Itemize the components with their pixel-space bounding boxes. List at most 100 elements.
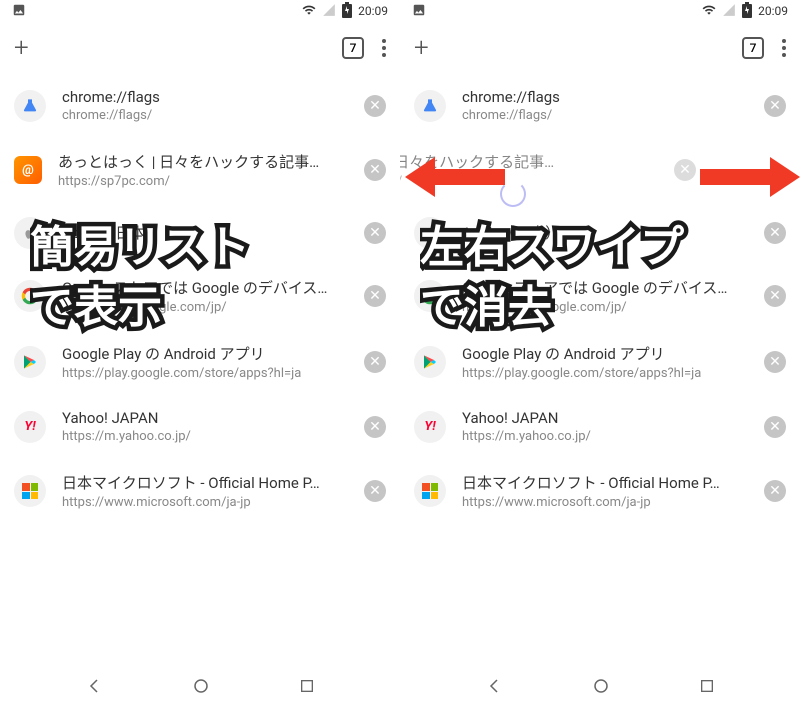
tab-url: .com/: [400, 174, 658, 189]
status-bar: 20:09: [0, 0, 400, 22]
nav-recents-button[interactable]: [299, 678, 315, 698]
status-time: 20:09: [758, 4, 788, 18]
tab-title: あっとはっく | 日々をハックする記事…: [58, 151, 348, 172]
tab-text: Google Play の Android アプリ https://play.g…: [62, 343, 348, 381]
status-left: [412, 3, 426, 20]
tab-text: Yahoo! JAPAN https://m.yahoo.co.jp/: [462, 409, 748, 444]
svg-text:左右スワイプ: 左右スワイプ: [420, 221, 684, 273]
tab-list: chrome://flags chrome://flags/ ✕ @ あっとはっ…: [0, 74, 400, 665]
close-tab-button[interactable]: ✕: [674, 159, 696, 181]
tab-text: 日本マイクロソフト - Official Home P… https://www…: [62, 472, 348, 510]
tab-text: Google Play の Android アプリ https://play.g…: [462, 343, 748, 381]
tab-title: Yahoo! JAPAN: [62, 409, 348, 427]
close-tab-button[interactable]: ✕: [364, 159, 386, 181]
tab-item[interactable]: Y! Yahoo! JAPAN https://m.yahoo.co.jp/ ✕: [400, 395, 800, 458]
close-tab-button[interactable]: ✕: [764, 416, 786, 438]
svg-text:で表示: で表示: [30, 281, 162, 333]
close-tab-button[interactable]: ✕: [364, 416, 386, 438]
toolbar: + 7: [0, 22, 400, 74]
close-tab-button[interactable]: ✕: [764, 285, 786, 307]
battery-icon: [742, 2, 752, 21]
annotation-right: 左右スワイプ で消去: [420, 218, 760, 348]
nav-back-button[interactable]: [85, 677, 103, 699]
signal-icon: [722, 3, 736, 20]
image-icon: [12, 3, 26, 20]
nav-back-button[interactable]: [485, 677, 503, 699]
tab-url: chrome://flags/: [62, 108, 348, 123]
tab-title: Yahoo! JAPAN: [462, 409, 748, 427]
tab-item-swiping[interactable]: @ く | 日々をハックする記事… .com/ ✕: [400, 137, 710, 203]
nav-bar: [0, 665, 400, 711]
more-menu-button[interactable]: [382, 39, 386, 57]
tab-title: く | 日々をハックする記事…: [400, 151, 658, 172]
favicon-yahoo-icon: Y!: [414, 411, 446, 443]
tab-title: chrome://flags: [462, 88, 748, 106]
close-tab-button[interactable]: ✕: [364, 285, 386, 307]
tab-url: chrome://flags/: [462, 108, 748, 123]
nav-home-button[interactable]: [592, 677, 610, 699]
phone-left: 20:09 + 7 chrome://flags chrome://flags/…: [0, 0, 400, 711]
status-right: 20:09: [302, 2, 388, 21]
more-menu-button[interactable]: [782, 39, 786, 57]
close-tab-button[interactable]: ✕: [764, 480, 786, 502]
status-left: [12, 3, 26, 20]
tab-title: chrome://flags: [62, 88, 348, 106]
phone-right: 20:09 + 7 chrome://flags chrome://flags/…: [400, 0, 800, 711]
tab-item[interactable]: Y! Yahoo! JAPAN https://m.yahoo.co.jp/ ✕: [0, 395, 400, 458]
favicon-flask-icon: [414, 90, 446, 122]
close-tab-button[interactable]: ✕: [764, 351, 786, 373]
close-tab-button[interactable]: ✕: [764, 95, 786, 117]
new-tab-button[interactable]: +: [414, 33, 429, 63]
nav-recents-button[interactable]: [699, 678, 715, 698]
tab-url: https://play.google.com/store/apps?hl=ja: [62, 366, 348, 381]
toolbar-right: 7: [742, 37, 786, 59]
tab-text: chrome://flags chrome://flags/: [462, 88, 748, 123]
signal-icon: [322, 3, 336, 20]
nav-bar: [400, 665, 800, 711]
annotation-left: 簡易リスト で表示: [30, 218, 310, 348]
close-tab-button[interactable]: ✕: [364, 222, 386, 244]
tab-url: https://m.yahoo.co.jp/: [62, 429, 348, 444]
tab-switcher-button[interactable]: 7: [742, 37, 764, 59]
new-tab-button[interactable]: +: [14, 33, 29, 63]
tab-item[interactable]: 日本マイクロソフト - Official Home P… https://www…: [400, 458, 800, 524]
tab-text: Yahoo! JAPAN https://m.yahoo.co.jp/: [62, 409, 348, 444]
svg-text:で消去: で消去: [420, 281, 552, 333]
wifi-icon: [702, 3, 716, 20]
tab-url: https://www.microsoft.com/ja-jp: [462, 495, 748, 510]
favicon-microsoft-icon: [14, 475, 46, 507]
tab-url: https://www.microsoft.com/ja-jp: [62, 495, 348, 510]
toolbar-right: 7: [342, 37, 386, 59]
tab-text: あっとはっく | 日々をハックする記事… https://sp7pc.com/: [58, 151, 348, 189]
nav-home-button[interactable]: [192, 677, 210, 699]
tab-list: chrome://flags chrome://flags/ ✕ @ く | 日…: [400, 74, 800, 665]
status-bar: 20:09: [400, 0, 800, 22]
tab-text: 日本マイクロソフト - Official Home P… https://www…: [462, 472, 748, 510]
tab-item[interactable]: chrome://flags chrome://flags/ ✕: [0, 74, 400, 137]
status-right: 20:09: [702, 2, 788, 21]
favicon-yahoo-icon: Y!: [14, 411, 46, 443]
tab-url: https://play.google.com/store/apps?hl=ja: [462, 366, 748, 381]
tab-title: 日本マイクロソフト - Official Home P…: [462, 472, 748, 493]
tab-item[interactable]: 日本マイクロソフト - Official Home P… https://www…: [0, 458, 400, 524]
tab-url: https://m.yahoo.co.jp/: [462, 429, 748, 444]
favicon-play-icon: [414, 346, 446, 378]
status-time: 20:09: [358, 4, 388, 18]
close-tab-button[interactable]: ✕: [364, 95, 386, 117]
tab-item[interactable]: chrome://flags chrome://flags/ ✕: [400, 74, 800, 137]
toolbar: + 7: [400, 22, 800, 74]
favicon-flask-icon: [14, 90, 46, 122]
tab-text: chrome://flags chrome://flags/: [62, 88, 348, 123]
image-icon: [412, 3, 426, 20]
tab-text: く | 日々をハックする記事… .com/: [400, 151, 658, 189]
close-tab-button[interactable]: ✕: [764, 222, 786, 244]
close-tab-button[interactable]: ✕: [364, 351, 386, 373]
tab-switcher-button[interactable]: 7: [342, 37, 364, 59]
tab-item[interactable]: @ あっとはっく | 日々をハックする記事… https://sp7pc.com…: [0, 137, 400, 203]
close-tab-button[interactable]: ✕: [364, 480, 386, 502]
favicon-at-icon: @: [14, 156, 42, 184]
wifi-icon: [302, 3, 316, 20]
favicon-microsoft-icon: [414, 475, 446, 507]
tab-title: 日本マイクロソフト - Official Home P…: [62, 472, 348, 493]
battery-icon: [342, 2, 352, 21]
